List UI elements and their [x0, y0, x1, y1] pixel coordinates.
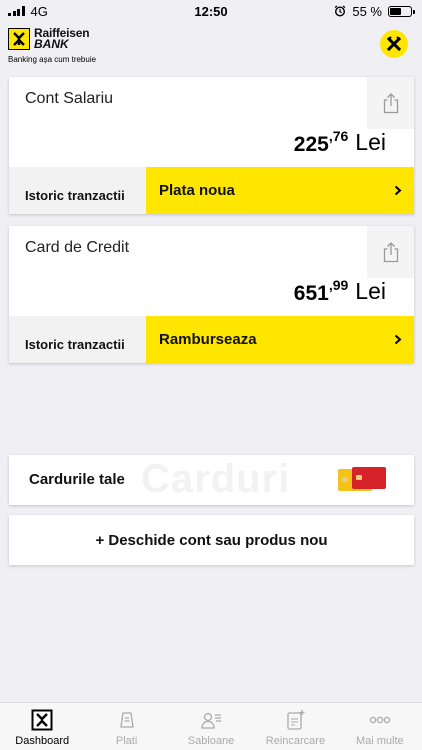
tab-label: Sabloane: [187, 735, 235, 747]
brand-tagline: Banking așa cum trebuie: [8, 55, 97, 64]
raiffeisen-cross-button[interactable]: [380, 30, 408, 58]
raiffeisen-cross-icon: [386, 36, 402, 52]
chevron-right-icon: [394, 185, 402, 196]
share-icon: [383, 93, 398, 114]
app-header: Raiffeisen BANK Banking așa cum trebuie: [0, 22, 422, 66]
open-account-button[interactable]: + Deschide cont sau produs nou: [9, 515, 414, 565]
tab-bar: Dashboard Plati Sabloane Reincarcare Mai…: [0, 702, 422, 750]
balance-decimals: ,76: [328, 128, 349, 144]
account-name: Cont Salariu: [25, 90, 114, 107]
battery-percent: 55 %: [352, 3, 382, 19]
tab-more[interactable]: Mai multe: [338, 703, 422, 750]
bank-cards-icon: [338, 467, 392, 493]
share-button[interactable]: [367, 226, 414, 278]
balance-currency: Lei: [355, 278, 386, 304]
account-card[interactable]: Card de Credit 651 ,99 Lei Istoric tranz…: [9, 226, 414, 363]
more-icon: [368, 708, 392, 732]
account-name: Card de Credit: [25, 239, 130, 256]
open-account-label: + Deschide cont sau produs nou: [95, 531, 328, 549]
transaction-history-button[interactable]: Istoric tranzactii: [9, 167, 146, 214]
tab-label: Reincarcare: [265, 735, 326, 747]
balance-currency: Lei: [355, 129, 386, 155]
account-balance: 651 ,99 Lei: [294, 276, 386, 306]
transaction-history-label: Istoric tranzactii: [25, 188, 125, 203]
repay-label: Ramburseaza: [159, 331, 257, 348]
top-up-icon: [283, 708, 307, 732]
clock: 12:50: [194, 3, 228, 19]
raiffeisen-logo-icon: [30, 708, 54, 732]
balance-decimals: ,99: [328, 277, 349, 293]
battery-fill: [390, 7, 401, 15]
new-payment-button[interactable]: Plata noua: [146, 167, 414, 214]
tab-templates[interactable]: Sabloane: [169, 703, 253, 750]
share-icon: [383, 242, 398, 263]
account-card[interactable]: Cont Salariu 225 ,76 Lei Istoric tranzac…: [9, 77, 414, 214]
tab-payments[interactable]: Plati: [84, 703, 168, 750]
tab-dashboard[interactable]: Dashboard: [0, 703, 84, 750]
raiffeisen-logo-icon: [8, 28, 30, 50]
tab-label: Dashboard: [15, 735, 70, 747]
transaction-history-button[interactable]: Istoric tranzactii: [9, 316, 146, 363]
brand-logo: Raiffeisen BANK: [8, 27, 90, 51]
status-bar: 4G 12:50 55 %: [0, 0, 422, 22]
tab-label: Mai multe: [355, 735, 404, 747]
new-payment-label: Plata noua: [159, 182, 235, 199]
balance-integer: 651: [293, 282, 329, 305]
your-cards-label: Cardurile tale: [29, 471, 125, 488]
signal-icon: [8, 6, 25, 16]
tab-label: Plati: [115, 735, 138, 747]
share-button[interactable]: [367, 77, 414, 129]
brand-bank: BANK: [34, 37, 69, 51]
balance-integer: 225: [293, 133, 329, 156]
transaction-history-label: Istoric tranzactii: [25, 337, 125, 352]
battery-icon: [388, 5, 415, 17]
chevron-right-icon: [394, 334, 402, 345]
carrier-label: 4G: [30, 3, 48, 19]
tab-top-up[interactable]: Reincarcare: [253, 703, 337, 750]
repay-button[interactable]: Ramburseaza: [146, 316, 414, 363]
your-cards-button[interactable]: Carduri Cardurile tale: [9, 455, 414, 505]
payment-icon: [115, 708, 139, 732]
alarm-icon: [334, 5, 346, 17]
account-balance: 225 ,76 Lei: [294, 127, 386, 157]
templates-icon: [199, 708, 223, 732]
cards-watermark: Carduri: [141, 457, 291, 501]
